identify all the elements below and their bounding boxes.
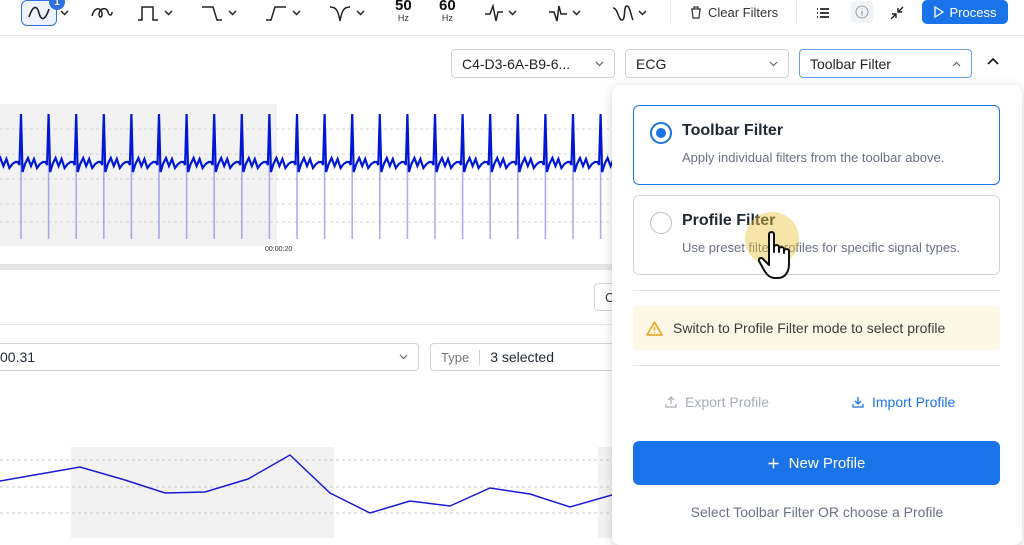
- rising-edge-icon: [266, 6, 286, 21]
- info-button[interactable]: [851, 1, 873, 23]
- upload-icon: [665, 396, 677, 408]
- panel-hint: Select Toolbar Filter OR choose a Profil…: [690, 504, 944, 520]
- clear-filters-label: Clear Filters: [708, 4, 779, 20]
- square-filter-button[interactable]: [136, 0, 173, 26]
- process-button[interactable]: Process: [922, 0, 1008, 24]
- hook-wave-icon: [612, 5, 634, 21]
- hz50-unit: Hz: [397, 13, 409, 23]
- list-view-button[interactable]: [816, 0, 830, 26]
- hz50-number: 50: [395, 0, 412, 14]
- new-profile-button[interactable]: New Profile: [633, 441, 1000, 485]
- ecg-waveform-chart[interactable]: [0, 104, 612, 270]
- chevron-down-icon: [399, 354, 408, 360]
- chevron-down-icon[interactable]: [292, 10, 301, 16]
- panel-divider: [633, 365, 1000, 366]
- chevron-down-icon: [60, 10, 69, 16]
- import-profile-button[interactable]: Import Profile: [852, 394, 955, 410]
- notch-filter-button[interactable]: [328, 0, 365, 26]
- chevron-down-icon[interactable]: [572, 10, 581, 16]
- toolbar: 1 50 Hz 60 Hz Clear Filters Process: [0, 0, 1024, 36]
- chevron-up-icon[interactable]: [986, 56, 1000, 66]
- device-select-value: C4-D3-6A-B9-6...: [462, 55, 571, 72]
- chevron-down-icon: [769, 61, 778, 66]
- toolbar-filter-title: Toolbar Filter: [682, 122, 784, 139]
- sine-wave-icon: [28, 6, 50, 20]
- loop-filter-button[interactable]: [90, 0, 114, 26]
- chevron-down-icon[interactable]: [508, 10, 517, 16]
- chevron-down-icon: [595, 61, 604, 66]
- ecg-highlight-region: [0, 104, 277, 246]
- chevron-down-icon[interactable]: [228, 10, 237, 16]
- dip-icon: [549, 5, 567, 22]
- import-profile-label: Import Profile: [872, 394, 956, 410]
- panel-divider: [633, 290, 1000, 291]
- smooth-filter-button[interactable]: [612, 0, 647, 26]
- v-notch-icon: [329, 6, 351, 22]
- ecg-time-label: 00:00:20: [265, 246, 293, 253]
- chevron-down-icon[interactable]: [164, 10, 173, 16]
- profile-warning-text: Switch to Profile Filter mode to select …: [673, 320, 946, 336]
- trend-highlight-region: [598, 447, 612, 538]
- info-icon: [855, 5, 869, 19]
- trash-icon: [691, 5, 701, 19]
- signal-type-value: ECG: [636, 55, 667, 72]
- filter-mode-select[interactable]: Toolbar Filter: [799, 49, 972, 78]
- export-profile-label: Export Profile: [685, 394, 770, 410]
- type-select-value: 3 selected: [490, 349, 555, 365]
- filter-mode-panel: Toolbar Filter Apply individual filters …: [612, 85, 1022, 545]
- warning-icon: [646, 320, 663, 336]
- profile-filter-option[interactable]: Profile Filter Use preset filter profile…: [633, 195, 1000, 275]
- value-select-text: 00.31: [0, 349, 36, 365]
- spike-icon: [485, 4, 503, 22]
- value-select[interactable]: 00.31: [0, 343, 419, 371]
- chevron-down-icon[interactable]: [356, 10, 365, 16]
- hz60-unit: Hz: [441, 13, 453, 23]
- type-select-label: Type: [441, 349, 481, 365]
- section-divider: [0, 324, 612, 325]
- toolbar-separator: [670, 2, 671, 22]
- download-icon: [852, 397, 864, 408]
- highpass-filter-button[interactable]: [264, 0, 301, 26]
- hand-cursor-icon: [758, 231, 790, 279]
- falling-edge-icon: [202, 6, 222, 21]
- lowpass-filter-button[interactable]: [200, 0, 237, 26]
- profile-filter-radio[interactable]: [650, 212, 672, 234]
- loop-wave-icon: [91, 7, 113, 18]
- collapse-button[interactable]: [889, 0, 905, 26]
- profile-filter-description: Use preset filter profiles for specific …: [682, 240, 961, 255]
- toolbar-filter-description: Apply individual filters from the toolba…: [682, 150, 945, 165]
- toolbar-filter-radio[interactable]: [650, 122, 672, 144]
- type-select[interactable]: Type 3 selected: [430, 343, 620, 371]
- toolbar-separator: [796, 2, 797, 22]
- ecg-scrollbar[interactable]: [0, 264, 612, 270]
- notch-60hz-button[interactable]: 60 Hz: [439, 0, 456, 24]
- hz60-number: 60: [439, 0, 456, 14]
- artifact-filter-button[interactable]: [548, 0, 581, 26]
- list-icon: [817, 8, 829, 18]
- play-icon: [933, 6, 944, 18]
- clear-filters-button[interactable]: Clear Filters: [690, 0, 778, 24]
- profile-warning: Switch to Profile Filter mode to select …: [633, 306, 1000, 350]
- spike-filter-button[interactable]: [484, 0, 517, 26]
- collapse-arrows-icon: [890, 6, 904, 20]
- new-profile-label: New Profile: [788, 454, 866, 472]
- chevron-up-icon: [952, 61, 961, 66]
- chevron-down-icon[interactable]: [638, 10, 647, 16]
- process-label: Process: [949, 4, 997, 20]
- device-select[interactable]: C4-D3-6A-B9-6...: [451, 49, 615, 78]
- filter-mode-value: Toolbar Filter: [810, 55, 891, 72]
- plus-icon: [768, 458, 779, 468]
- sine-filter-dropdown[interactable]: [60, 0, 69, 26]
- notch-50hz-button[interactable]: 50 Hz: [395, 0, 412, 24]
- signal-type-select[interactable]: ECG: [625, 49, 789, 78]
- export-profile-button[interactable]: Export Profile: [665, 394, 769, 410]
- trend-chart[interactable]: [0, 445, 612, 538]
- toolbar-filter-option[interactable]: Toolbar Filter Apply individual filters …: [633, 105, 1000, 185]
- square-pulse-icon: [138, 6, 158, 21]
